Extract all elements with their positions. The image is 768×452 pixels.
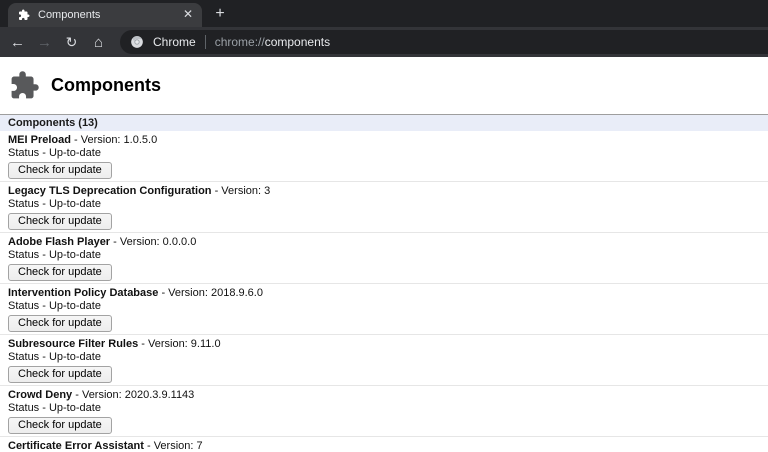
component-version: 9.11.0 bbox=[190, 338, 221, 350]
check-for-update-button[interactable]: Check for update bbox=[8, 162, 112, 179]
url-host: components bbox=[264, 35, 331, 49]
component-row: MEI Preload - Version: 1.0.5.0 Status - … bbox=[0, 131, 768, 182]
component-version: 2020.3.9.1143 bbox=[124, 389, 195, 401]
component-title-line: Certificate Error Assistant - Version: 7 bbox=[8, 440, 760, 452]
url-scheme: chrome:// bbox=[214, 35, 265, 49]
version-label: - Version: bbox=[211, 185, 265, 197]
components-puzzle-icon bbox=[8, 70, 41, 101]
site-label: Chrome bbox=[153, 35, 196, 49]
component-version: 7 bbox=[196, 440, 203, 452]
version-label: - Version: bbox=[158, 287, 211, 299]
component-name: Intervention Policy Database bbox=[8, 287, 159, 299]
version-label: - Version: bbox=[143, 440, 197, 452]
tab-title: Components bbox=[38, 9, 101, 21]
component-version: 3 bbox=[264, 185, 271, 197]
check-for-update-button[interactable]: Check for update bbox=[8, 417, 112, 434]
browser-toolbar: ← → ↻ ⌂ Chrome chrome:// components bbox=[0, 27, 768, 57]
version-label: - Version: bbox=[138, 338, 191, 350]
component-row: Certificate Error Assistant - Version: 7… bbox=[0, 437, 768, 452]
page-header: Components bbox=[0, 57, 768, 114]
version-label: - Version: bbox=[110, 236, 163, 248]
component-row: Subresource Filter Rules - Version: 9.11… bbox=[0, 335, 768, 386]
forward-icon: → bbox=[37, 33, 52, 51]
component-name: Legacy TLS Deprecation Configuration bbox=[8, 185, 212, 197]
component-title-line: Crowd Deny - Version: 2020.3.9.1143 bbox=[8, 389, 760, 401]
component-status: Status - Up-to-date bbox=[8, 249, 101, 261]
component-status: Status - Up-to-date bbox=[8, 198, 101, 210]
browser-tab-components[interactable]: Components ✕ bbox=[8, 3, 202, 27]
url-separator bbox=[204, 35, 206, 49]
tab-strip: Components ✕ + bbox=[0, 0, 768, 27]
check-for-update-button[interactable]: Check for update bbox=[8, 315, 112, 332]
page-content: Components Components (13) MEI Preload -… bbox=[0, 57, 768, 452]
new-tab-button[interactable]: + bbox=[210, 4, 230, 24]
component-title-line: Legacy TLS Deprecation Configuration - V… bbox=[8, 185, 760, 197]
component-row: Legacy TLS Deprecation Configuration - V… bbox=[0, 182, 768, 233]
reload-icon[interactable]: ↻ bbox=[58, 29, 85, 55]
version-label: - Version: bbox=[70, 134, 124, 146]
tab-close-icon[interactable]: ✕ bbox=[180, 7, 196, 23]
component-title-line: Subresource Filter Rules - Version: 9.11… bbox=[8, 338, 760, 350]
component-row: Crowd Deny - Version: 2020.3.9.1143 Stat… bbox=[0, 386, 768, 437]
component-title-line: Adobe Flash Player - Version: 0.0.0.0 bbox=[8, 236, 760, 248]
extensions-puzzle-icon bbox=[18, 9, 30, 21]
chrome-logo-icon bbox=[130, 35, 144, 49]
components-count-header: Components (13) bbox=[0, 114, 768, 131]
component-name: Subresource Filter Rules bbox=[8, 338, 139, 350]
page-title: Components bbox=[51, 75, 161, 95]
version-label: - Version: bbox=[72, 389, 125, 401]
component-status: Status - Up-to-date bbox=[8, 147, 101, 159]
component-name: Crowd Deny bbox=[8, 389, 73, 401]
component-row: Intervention Policy Database - Version: … bbox=[0, 284, 768, 335]
component-status: Status - Up-to-date bbox=[8, 402, 101, 414]
component-name: Adobe Flash Player bbox=[8, 236, 111, 248]
check-for-update-button[interactable]: Check for update bbox=[8, 366, 112, 383]
component-list: MEI Preload - Version: 1.0.5.0 Status - … bbox=[0, 131, 768, 452]
component-row: Adobe Flash Player - Version: 0.0.0.0 St… bbox=[0, 233, 768, 284]
component-name: Certificate Error Assistant bbox=[8, 440, 144, 452]
component-title-line: Intervention Policy Database - Version: … bbox=[8, 287, 760, 299]
component-title-line: MEI Preload - Version: 1.0.5.0 bbox=[8, 134, 760, 146]
check-for-update-button[interactable]: Check for update bbox=[8, 213, 112, 230]
component-version: 0.0.0.0 bbox=[162, 236, 197, 248]
address-bar[interactable]: Chrome chrome:// components bbox=[120, 30, 768, 54]
home-icon[interactable]: ⌂ bbox=[85, 29, 112, 55]
component-name: MEI Preload bbox=[8, 134, 71, 146]
back-icon[interactable]: ← bbox=[4, 29, 31, 55]
component-status: Status - Up-to-date bbox=[8, 300, 101, 312]
component-version: 2018.9.6.0 bbox=[210, 287, 263, 299]
component-version: 1.0.5.0 bbox=[123, 134, 158, 146]
component-status: Status - Up-to-date bbox=[8, 351, 101, 363]
check-for-update-button[interactable]: Check for update bbox=[8, 264, 112, 281]
